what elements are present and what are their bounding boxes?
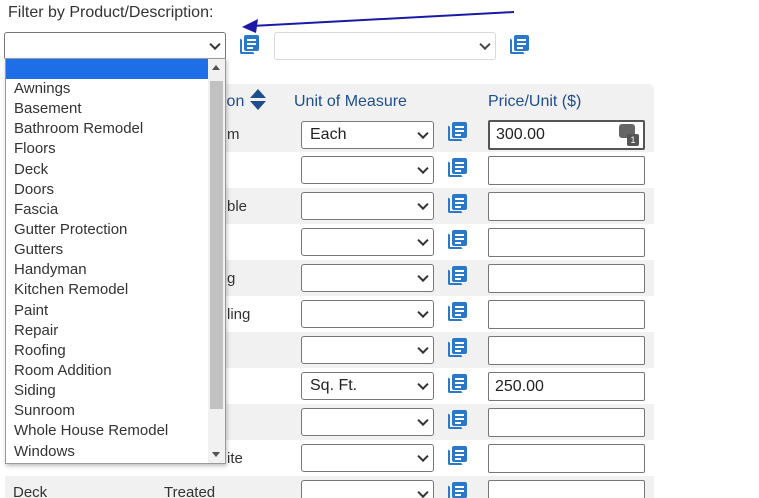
list-copy-icon[interactable] [448,266,468,286]
dropdown-option[interactable]: Floors [6,139,225,159]
dropdown-scrollbar[interactable] [208,59,225,463]
dropdown-option[interactable]: Bathroom Remodel [6,119,225,139]
dropdown-option[interactable]: Kitchen Remodel [6,280,225,300]
dropdown-option[interactable]: Sunroom [6,401,225,421]
price-input[interactable]: 300.00 1 [488,120,645,150]
unit-select[interactable] [301,300,434,328]
dropdown-option[interactable]: Awnings [6,79,225,99]
scrollbar-thumb[interactable] [210,81,223,409]
unit-select[interactable] [301,408,434,436]
list-copy-icon[interactable] [448,194,468,214]
dropdown-option[interactable]: Handyman [6,260,225,280]
dropdown-option[interactable]: Roofing [6,341,225,361]
price-input[interactable] [488,156,645,185]
description-cell: Treated [164,484,216,498]
price-input[interactable] [488,336,645,365]
description-cell: m [227,126,240,143]
dropdown-option[interactable]: Basement [6,99,225,119]
list-copy-icon[interactable] [240,35,260,55]
list-copy-icon[interactable] [448,446,468,466]
dropdown-option[interactable] [6,59,225,79]
price-input[interactable] [488,228,645,257]
header-price-unit[interactable]: Price/Unit ($) [488,93,581,111]
chevron-down-icon [417,486,429,498]
description-cell: ite [227,450,243,467]
chevron-down-icon [417,414,429,427]
list-copy-icon[interactable] [448,230,468,250]
dropdown-option[interactable]: Repair [6,321,225,341]
header-unit-of-measure[interactable]: Unit of Measure [294,93,407,111]
price-value: 250.00 [495,377,544,395]
dropdown-option[interactable]: Gutters [6,240,225,260]
price-input[interactable] [488,300,645,329]
unit-select[interactable] [301,192,434,220]
list-copy-icon[interactable] [448,122,468,142]
list-copy-icon[interactable] [448,302,468,322]
product-dropdown-list[interactable]: Awnings Basement Bathroom Remodel Floors… [5,58,226,464]
chevron-down-icon [417,234,429,247]
chevron-down-icon [417,198,429,211]
dropdown-option[interactable]: Room Addition [6,361,225,381]
unit-select[interactable] [301,156,434,184]
description-cell: g [227,270,236,287]
dropdown-option[interactable]: Paint [6,301,225,321]
list-copy-icon[interactable] [510,35,530,55]
scroll-up-icon[interactable] [212,65,220,70]
dropdown-option[interactable]: Gutter Protection [6,220,225,240]
dropdown-option[interactable]: Deck [6,160,225,180]
chevron-down-icon [417,342,429,355]
price-input[interactable] [488,480,645,498]
price-input[interactable] [488,444,645,473]
list-copy-icon[interactable] [448,158,468,178]
unit-select[interactable] [301,444,434,472]
unit-select[interactable] [301,480,434,498]
price-input[interactable] [488,192,645,221]
sort-icon[interactable] [249,89,267,111]
calculator-icon[interactable]: 1 [619,124,639,146]
list-copy-icon[interactable] [448,482,468,498]
dropdown-option[interactable]: Whole House Remodel [6,421,225,441]
product-filter-select[interactable] [4,32,226,60]
chevron-down-icon [417,378,429,391]
chevron-down-icon [209,38,221,51]
header-description[interactable]: ion [223,93,244,111]
product-cell: Deck [13,484,48,498]
filter-label: Filter by Product/Description: [8,4,214,21]
price-value: 300.00 [496,126,545,143]
description-cell: ling [227,306,251,323]
chevron-down-icon [417,162,429,175]
table-row: Deck Treated [5,476,654,498]
description-filter-select[interactable] [274,32,496,60]
chevron-down-icon [417,450,429,463]
dropdown-option[interactable]: Windows [6,442,225,462]
chevron-down-icon [417,127,429,140]
unit-select[interactable] [301,336,434,364]
unit-value: Sq. Ft. [310,377,358,394]
price-input[interactable] [488,264,645,293]
unit-select[interactable]: Sq. Ft. [301,372,434,400]
list-copy-icon[interactable] [448,338,468,358]
price-input[interactable]: 250.00 [488,372,645,401]
chevron-down-icon [417,306,429,319]
dropdown-option[interactable]: Doors [6,180,225,200]
unit-value: Each [310,126,347,143]
scroll-down-icon[interactable] [212,452,220,457]
description-cell: ble [227,198,248,215]
unit-select[interactable] [301,228,434,256]
dropdown-option[interactable]: Siding [6,381,225,401]
list-copy-icon[interactable] [448,374,468,394]
price-input[interactable] [488,408,645,437]
unit-select[interactable] [301,264,434,292]
chevron-down-icon [479,38,491,51]
list-copy-icon[interactable] [448,410,468,430]
chevron-down-icon [417,270,429,283]
dropdown-option[interactable]: Fascia [6,200,225,220]
unit-select[interactable]: Each [301,121,434,149]
